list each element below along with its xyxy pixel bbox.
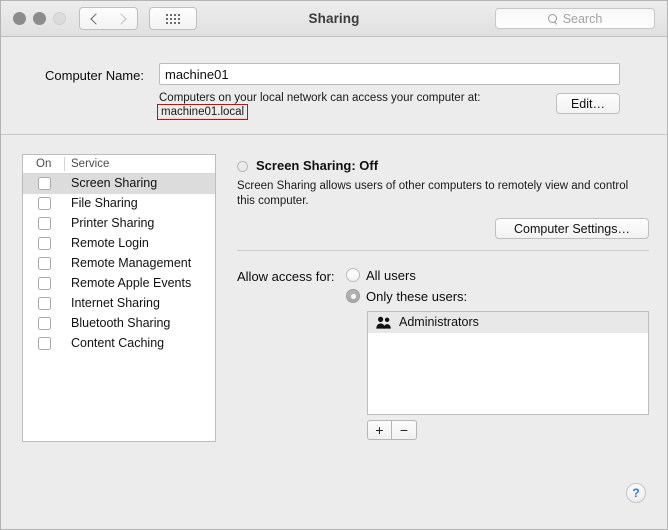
radio-all-users[interactable] <box>346 268 360 282</box>
service-label: Remote Login <box>71 236 149 250</box>
search-field[interactable]: Search <box>495 8 655 29</box>
service-checkbox[interactable] <box>38 177 51 190</box>
services-list[interactable]: On Service Screen Sharing File Sharing P… <box>22 154 216 442</box>
help-button[interactable]: ? <box>626 483 646 503</box>
service-label: File Sharing <box>71 196 138 210</box>
radio-only-these-users[interactable] <box>346 289 360 303</box>
service-row-screen-sharing[interactable]: Screen Sharing <box>23 174 215 194</box>
services-list-header: On Service <box>23 155 215 174</box>
service-row-file-sharing[interactable]: File Sharing <box>23 194 215 214</box>
service-checkbox[interactable] <box>38 317 51 330</box>
service-label: Remote Apple Events <box>71 276 192 290</box>
edit-button[interactable]: Edit… <box>556 93 620 114</box>
computer-settings-button[interactable]: Computer Settings… <box>495 218 649 239</box>
service-row-remote-login[interactable]: Remote Login <box>23 234 215 254</box>
detail-separator <box>237 250 649 251</box>
service-row-internet-sharing[interactable]: Internet Sharing <box>23 294 215 314</box>
user-group-label: Administrators <box>399 315 479 329</box>
service-checkbox[interactable] <box>38 217 51 230</box>
column-divider <box>64 157 65 171</box>
service-label: Content Caching <box>71 336 165 350</box>
allow-access-label: Allow access for: <box>237 269 335 284</box>
service-checkbox[interactable] <box>38 197 51 210</box>
window-titlebar: Sharing Search <box>1 1 667 37</box>
service-row-bluetooth-sharing[interactable]: Bluetooth Sharing <box>23 314 215 334</box>
service-description: Screen Sharing allows users of other com… <box>237 180 629 207</box>
allowed-users-list[interactable]: Administrators <box>367 311 649 415</box>
sharing-preferences-window: Sharing Search Computer Name: Computers … <box>0 0 668 530</box>
service-label: Remote Management <box>71 256 192 270</box>
search-placeholder: Search <box>562 11 603 26</box>
radio-all-users-label: All users <box>366 268 416 283</box>
service-row-remote-apple-events[interactable]: Remote Apple Events <box>23 274 215 294</box>
search-icon <box>547 13 558 24</box>
list-item[interactable]: Administrators <box>368 312 648 333</box>
service-checkbox[interactable] <box>38 297 51 310</box>
status-indicator-icon <box>237 161 248 172</box>
top-separator <box>1 134 667 135</box>
service-checkbox[interactable] <box>38 257 51 270</box>
service-checkbox[interactable] <box>38 237 51 250</box>
service-row-printer-sharing[interactable]: Printer Sharing <box>23 214 215 234</box>
service-row-content-caching[interactable]: Content Caching <box>23 334 215 354</box>
service-label: Printer Sharing <box>71 216 155 230</box>
computer-name-hint: Computers on your local network can acce… <box>159 92 481 104</box>
service-row-remote-management[interactable]: Remote Management <box>23 254 215 274</box>
computer-name-label: Computer Name: <box>45 68 144 83</box>
service-status-title: Screen Sharing: Off <box>256 158 379 173</box>
column-header-on: On <box>36 158 52 170</box>
radio-only-these-users-label: Only these users: <box>366 289 468 304</box>
group-users-icon <box>376 316 391 329</box>
service-label: Internet Sharing <box>71 296 160 310</box>
computer-name-input[interactable] <box>159 63 620 85</box>
column-header-service: Service <box>71 158 110 170</box>
service-label: Screen Sharing <box>71 176 158 190</box>
local-hostname-highlight: machine01.local <box>157 104 249 120</box>
add-remove-user-controls: + − <box>367 420 417 440</box>
service-label: Bluetooth Sharing <box>71 316 171 330</box>
add-user-button[interactable]: + <box>367 420 392 440</box>
remove-user-button[interactable]: − <box>392 420 417 440</box>
service-checkbox[interactable] <box>38 277 51 290</box>
service-checkbox[interactable] <box>38 337 51 350</box>
